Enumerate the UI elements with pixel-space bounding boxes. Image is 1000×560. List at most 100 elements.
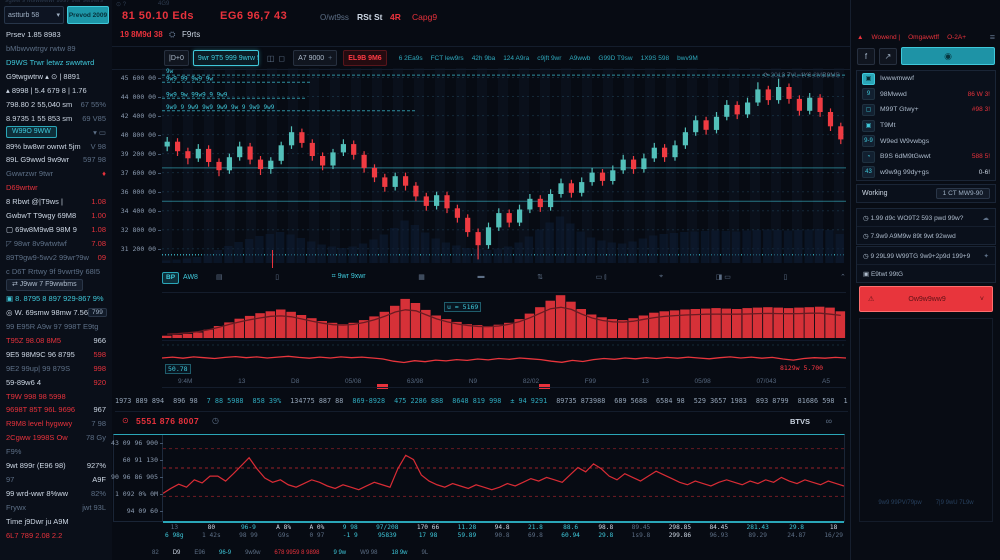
panel-footer-link[interactable]: 9w9 99PV/79pw <box>878 500 921 506</box>
sidebar-row[interactable]: 99 wrd-wwr 8%ww82% <box>0 486 112 500</box>
user-icon[interactable]: ◫ <box>267 54 275 63</box>
alert-text[interactable]: Omgavwtff <box>908 34 939 41</box>
sidebar-row[interactable]: D9WS Trwr letwz swwtwrd <box>0 56 112 70</box>
sidebar-row[interactable]: 9wt 899r (E96 98)927% <box>0 459 112 473</box>
menu-item[interactable]: ◔ B9S 6dM9tGwwt 588 5! <box>857 149 995 165</box>
bottom-price-axis: 43 09 96 90060 91 13090 96 86 9051 092 0… <box>113 435 163 521</box>
indicator-link[interactable]: 42h 9ba <box>472 55 496 62</box>
sidebar-row[interactable]: GwbwT T9wgy 69M81.00 <box>0 209 112 223</box>
tool-button-2[interactable]: ↗ <box>879 48 897 65</box>
sidebar-row[interactable]: 97A9F <box>0 473 112 487</box>
indicator-add-box[interactable]: A7 9000 + <box>293 50 337 66</box>
card-row[interactable]: ▣ E9twt 99tG <box>857 265 995 282</box>
midbar-icon[interactable]: ⌗ 9wr 9xwr <box>332 273 366 282</box>
menu-icon[interactable]: ≡ <box>990 32 995 42</box>
midbar-icon[interactable]: ⇅ <box>537 273 543 282</box>
sidebar-row[interactable]: 9E5 98M9C 96 8795598 <box>0 347 112 361</box>
interval-button[interactable]: |D+0 <box>164 50 189 66</box>
sidebar-row[interactable]: ▣ 8. 8795 8 897 929-867 9% <box>0 292 112 306</box>
midbar-icon[interactable]: ⌖ <box>659 273 663 282</box>
sidebar-row[interactable]: 8.9735 1 55 853 sm69 V85 <box>0 111 112 125</box>
rsi-chart[interactable] <box>162 340 846 375</box>
infinity-icon[interactable]: ∞ <box>826 416 832 426</box>
sidebar-row[interactable]: c D6T Rrtwy 9f 9vwrt9y 68I5 <box>0 264 112 278</box>
menu-item[interactable]: ▢ M99T Gtwy+ #98 3! <box>857 102 995 118</box>
midbar-icon[interactable]: ▯ <box>784 273 788 282</box>
sidebar-row[interactable]: 2Cgww 1998S Ow78 Gy <box>0 431 112 445</box>
indicator-link[interactable]: bwv9M <box>677 55 698 62</box>
sidebar-row[interactable]: Prsev 1.85 8983 <box>0 28 112 42</box>
indicator-link[interactable]: G99D T9sw <box>598 55 632 62</box>
card-row[interactable]: ◷ 9 29L99 W99TG 9w9+2p9d 199+9 ✦ <box>857 247 995 265</box>
sidebar-row[interactable]: ▴ 8998 | 5.4 679 8 | 1.76 <box>0 84 112 98</box>
sidebar-row[interactable]: 8 Rbwt @|T9ws |1.08 <box>0 195 112 209</box>
sidebar-row[interactable]: 89L G9wwd 9w9wr597 98 <box>0 153 112 167</box>
menu-item[interactable]: 9-9 W9ed W9vwbgs <box>857 133 995 149</box>
midbar-icon[interactable]: ▦ <box>418 273 425 282</box>
midbar-icon[interactable]: ▬ <box>478 273 485 282</box>
gear-icon[interactable]: ⛭ <box>169 30 175 40</box>
panel-footer-link[interactable]: 7|9 9wU 7L9w <box>936 500 974 506</box>
forts-label[interactable]: F9rts <box>182 30 200 39</box>
sidebar-row[interactable]: R9M8 level hygwwy7 98 <box>0 417 112 431</box>
clock-icon[interactable]: ◷ <box>212 416 219 425</box>
alert-text[interactable]: O-2A+ <box>947 34 966 41</box>
card-row[interactable]: ◷ 7.9w9 A9M9w 89t 9wt 92wwd <box>857 227 995 244</box>
sidebar-cta-button[interactable]: Prevod 2009 <box>67 6 109 24</box>
indicator-link[interactable]: 6 2Ea9s <box>399 55 423 62</box>
window-icon-2[interactable]: 4G9 <box>158 1 169 7</box>
sidebar-toggle-row[interactable]: W99O 9WW▾ ▭ <box>0 125 112 139</box>
sidebar-row[interactable]: 89% bw8wr owrwt 5jmV 98 <box>0 139 112 153</box>
midbar-icon[interactable]: ▭ ⫾ <box>596 273 607 282</box>
sidebar-row[interactable]: 99 E95R A9w 97 998T E9tg <box>0 320 112 334</box>
menu-item[interactable]: 43 w9w9g 99dy+gs 0-6! <box>857 165 995 181</box>
indicator-link[interactable]: 1X9S 598 <box>641 55 670 62</box>
sidebar-row[interactable]: 89T9gw9-5wv2 99wr?9w09 <box>0 250 112 264</box>
timeframe-selector[interactable]: 9wr 9T5 999 9wrw 5T9w5 9ry <box>193 50 259 66</box>
alert-text[interactable]: Wowend | <box>871 34 900 41</box>
sidebar-row[interactable]: D69wrtwr <box>0 181 112 195</box>
midbar-icon[interactable]: ⌃ <box>840 273 846 282</box>
alert-sell-button[interactable]: EL9B 9M6 <box>343 50 386 66</box>
sidebar-row[interactable]: bMbwvwtrgv rwtw 89 <box>0 42 112 56</box>
menu-item[interactable]: 9 98Mwwd 86 W 3! <box>857 87 995 103</box>
options-label[interactable]: O/wt9ss <box>320 13 349 22</box>
sidebar-row[interactable]: T9W 998 98 5998 <box>0 389 112 403</box>
sidebar-row[interactable]: Frywxjwt 93L <box>0 500 112 514</box>
sidebar-row[interactable]: ◸ 98wr 8v9wtwtwf7.08 <box>0 236 112 250</box>
indicator-link[interactable]: 124 A9ra <box>503 55 529 62</box>
midbar-icon[interactable]: ◨ ▭ <box>716 273 731 282</box>
sidebar-row[interactable]: 9E2 99up| 99 879S998 <box>0 361 112 375</box>
sidebar-row[interactable]: 6L7 789 2.08 2.2 <box>0 528 112 542</box>
tool-button-1[interactable]: f <box>857 48 875 65</box>
midbar-icon[interactable]: ▤ <box>216 273 223 282</box>
bp-badge[interactable]: BP <box>162 272 179 284</box>
bell-icon[interactable]: ◻ <box>278 54 285 63</box>
menu-item[interactable]: ▣ Iwwwmwwf <box>857 71 995 87</box>
sidebar-row[interactable]: 798.80 2 55,040 sm67 55% <box>0 97 112 111</box>
indicator-link[interactable]: FCT lew9rs <box>431 55 464 62</box>
sidebar-row[interactable]: F9% <box>0 445 112 459</box>
menu-item[interactable]: ▣ T9Mt <box>857 118 995 134</box>
primary-teal-button[interactable]: ◉ <box>901 47 995 65</box>
sidebar-row[interactable]: T95Z 98.08 8M5966 <box>0 334 112 348</box>
bottom-line-chart[interactable] <box>163 436 844 520</box>
sidebar-row[interactable]: Time j9Dwr ju A9M <box>0 514 112 528</box>
volume-chart[interactable] <box>162 292 846 340</box>
sell-button[interactable]: ⚠ Ow9w9ww9 ˅ <box>859 286 993 312</box>
sidebar-row[interactable]: 59-89w6 4920 <box>0 375 112 389</box>
candlestick-chart[interactable]: 9w9w9 99 9w9 9w9w9 9w 99w9 9 9w99w9 9 9w… <box>162 68 846 263</box>
sidebar-row[interactable]: ◎ W. 69smw 98mw 7.56799 <box>0 306 112 320</box>
window-icon-1[interactable]: ⊙ ? <box>116 1 126 8</box>
indicator-link[interactable]: c9jft 9wr <box>537 55 561 62</box>
symbol-select[interactable]: astturb 58 ▾ <box>4 6 64 24</box>
sidebar-row[interactable]: G9twgwtrw ▴ ⊙ | 8891 <box>0 70 112 84</box>
sidebar-button-row[interactable]: ⇄ J9ww 7 F9wwbms <box>0 278 112 292</box>
sidebar-row[interactable]: Gwwrzwr 9twr♦ <box>0 167 112 181</box>
sidebar-row[interactable]: ▢ 69w8M9wB 98M 91.08 <box>0 222 112 236</box>
card-row[interactable]: ◷ 1.99 d9c WO9T2 593 pwd 99w? ☁ <box>857 209 995 227</box>
working-button[interactable]: 1 CT MW9-90 <box>936 188 990 199</box>
midbar-icon[interactable]: ▯ <box>275 273 279 282</box>
sidebar-row[interactable]: 9698T 85T 96L 9696967 <box>0 403 112 417</box>
indicator-link[interactable]: A9wwb <box>569 55 590 62</box>
